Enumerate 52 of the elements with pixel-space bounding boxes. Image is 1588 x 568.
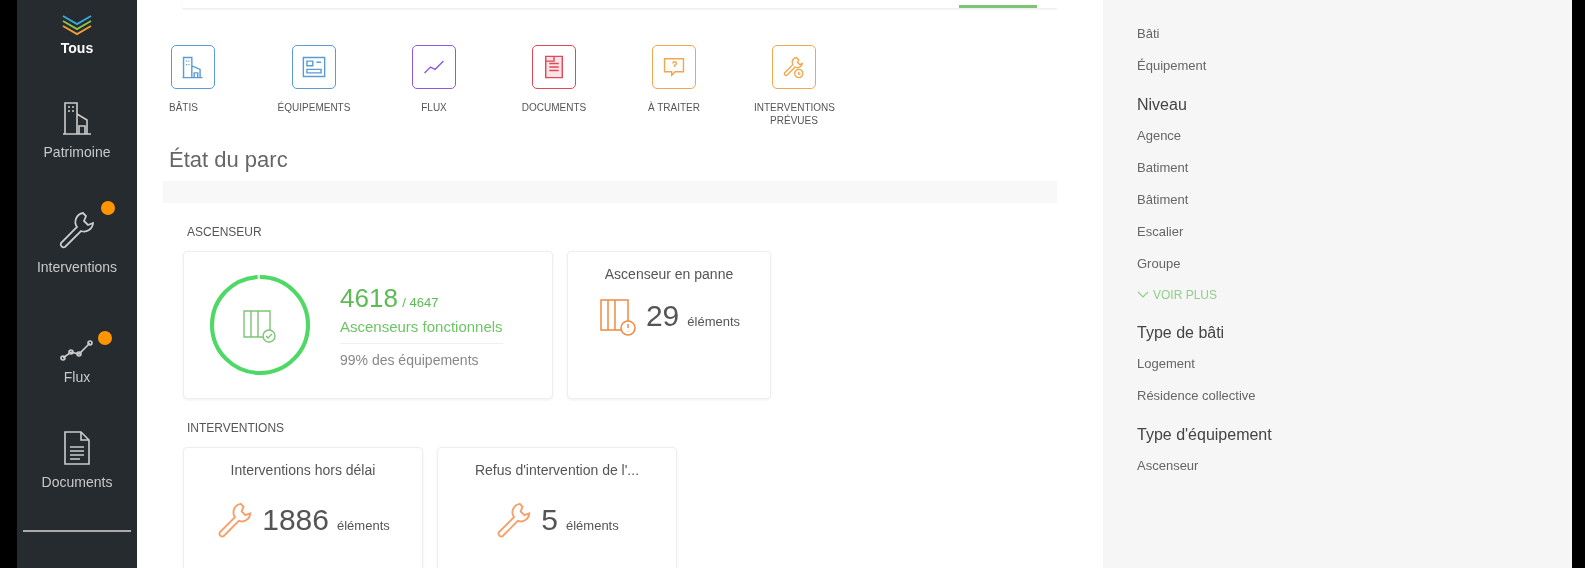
nav-item[interactable]: Documents: [41, 385, 113, 490]
elevator-warning-icon: [597, 296, 638, 336]
layers-icon: [60, 14, 94, 36]
card-title: Interventions hors délai: [230, 462, 376, 478]
stat-value: 4618: [340, 282, 398, 313]
stat-card[interactable]: Refus d'intervention de l'... 5 éléments: [437, 447, 677, 568]
section-heading: INTERVENTIONS: [187, 421, 286, 435]
card-title: Ascenseur en panne: [604, 266, 734, 282]
chart-line-icon: [60, 339, 94, 361]
stat-unit: éléments: [687, 313, 741, 329]
document-icon: [63, 430, 91, 466]
stat-unit: éléments: [565, 517, 619, 533]
section-heading: ASCENSEUR: [187, 225, 263, 239]
shortcut-link[interactable]: DOCUMENTS: [494, 45, 614, 127]
stat-note: 99% des équipements: [340, 351, 480, 368]
card-title: Refus d'intervention de l'...: [474, 462, 640, 478]
nav-item[interactable]: Flux: [60, 275, 94, 385]
wrench-icon: [57, 209, 97, 251]
filter-option[interactable]: Logement: [1137, 356, 1572, 372]
stat-label: Ascenseurs fonctionnels: [340, 313, 503, 344]
filter-option[interactable]: Équipement: [1137, 58, 1572, 74]
chevron-down-icon: [1137, 291, 1149, 299]
filter-heading: Type de bâti: [1137, 324, 1226, 342]
building-icon: [61, 100, 93, 136]
filter-heading: Niveau: [1137, 96, 1188, 114]
stat-value: 29: [645, 299, 680, 333]
filter-option[interactable]: Résidence collective: [1137, 388, 1572, 404]
filter-option[interactable]: Bâtiment: [1137, 192, 1572, 208]
stat-card[interactable]: Interventions hors délai 1886 éléments: [183, 447, 423, 568]
stat-card[interactable]: Ascenseur en panne 29 éléments: [567, 251, 771, 399]
shortcut-link[interactable]: INTERVENTIONS PRÉVUES: [734, 45, 854, 127]
filter-option[interactable]: Ascenseur: [1137, 458, 1572, 474]
filter-heading: Type d'équipement: [1137, 426, 1273, 444]
nav-item[interactable]: Tous: [60, 0, 94, 56]
nav-item[interactable]: Interventions: [36, 160, 118, 275]
stat-value: 5: [541, 503, 558, 537]
filter-option[interactable]: Batiment: [1137, 160, 1572, 176]
shortcut-link[interactable]: FLUX: [374, 45, 494, 127]
filter-option[interactable]: Groupe: [1137, 256, 1572, 272]
shortcut-link[interactable]: À TRAITER: [614, 45, 734, 127]
stat-card[interactable]: 4618 / 4647 Ascenseurs fonctionnels 99% des équipements: [183, 251, 553, 399]
stat-total: / 4647: [402, 294, 439, 310]
nav-item[interactable]: Patrimoine: [43, 56, 111, 160]
action-button[interactable]: [959, 5, 1037, 8]
stat-value: 1886: [262, 503, 329, 537]
filter-option[interactable]: Bâti: [1137, 26, 1572, 42]
shortcut-link[interactable]: BÂTIS: [169, 45, 229, 127]
page-title: État du parc: [169, 147, 289, 173]
filter-option[interactable]: Agence: [1137, 128, 1572, 144]
shortcut-link[interactable]: ÉQUIPEMENTS: [254, 45, 374, 127]
stat-unit: éléments: [337, 517, 390, 533]
filter-option[interactable]: Escalier: [1137, 224, 1572, 240]
